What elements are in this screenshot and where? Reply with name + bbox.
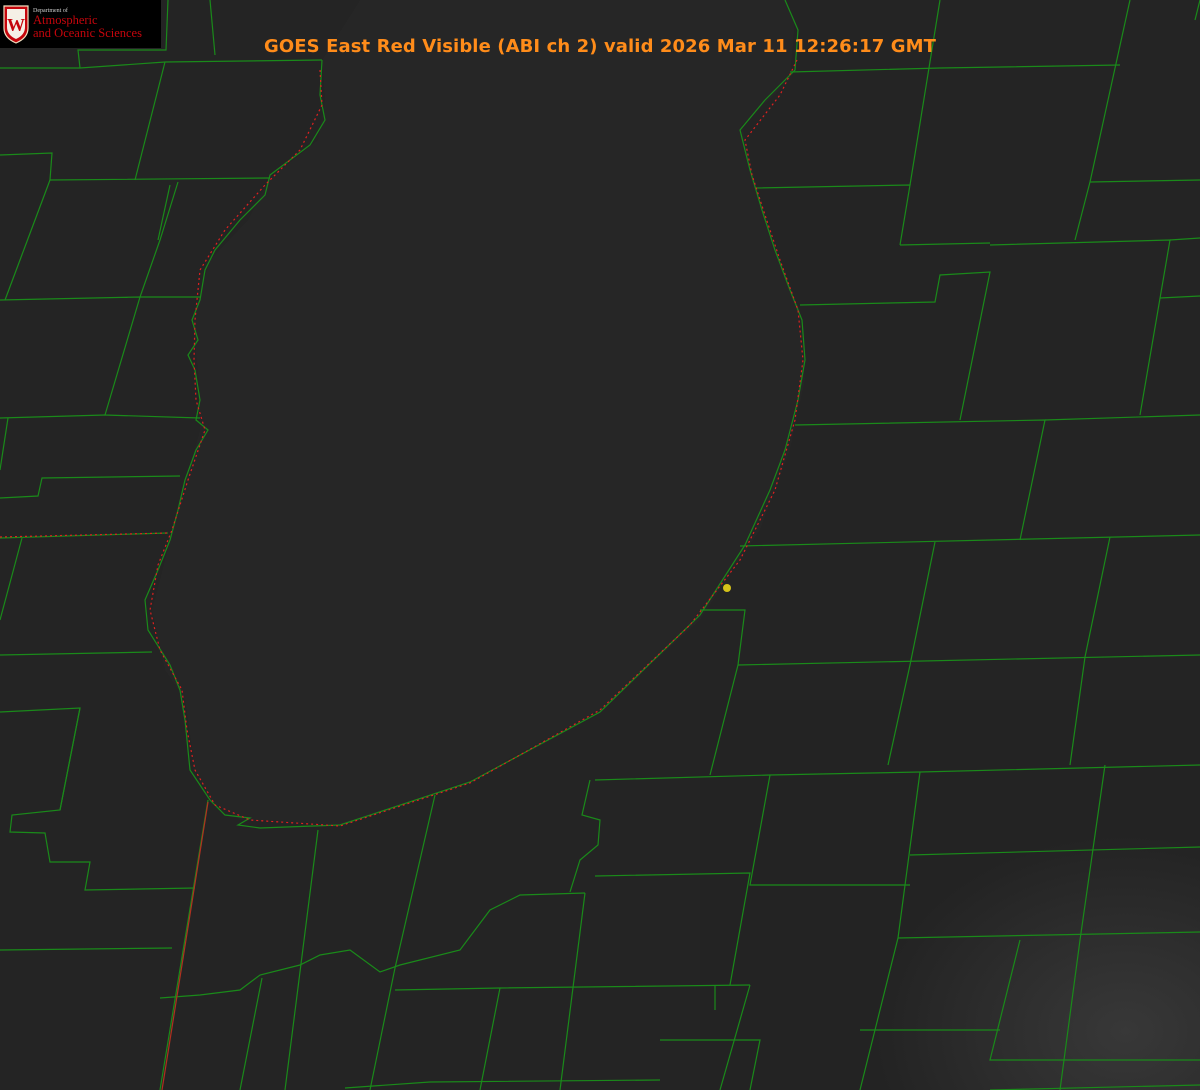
satellite-image bbox=[0, 0, 1200, 1090]
satellite-map-view: W Department of Atmospheric and Oceanic … bbox=[0, 0, 1200, 1090]
image-title: GOES East Red Visible (ABI ch 2) valid 2… bbox=[264, 36, 936, 57]
shield-letter: W bbox=[7, 15, 25, 35]
location-marker bbox=[723, 584, 731, 592]
